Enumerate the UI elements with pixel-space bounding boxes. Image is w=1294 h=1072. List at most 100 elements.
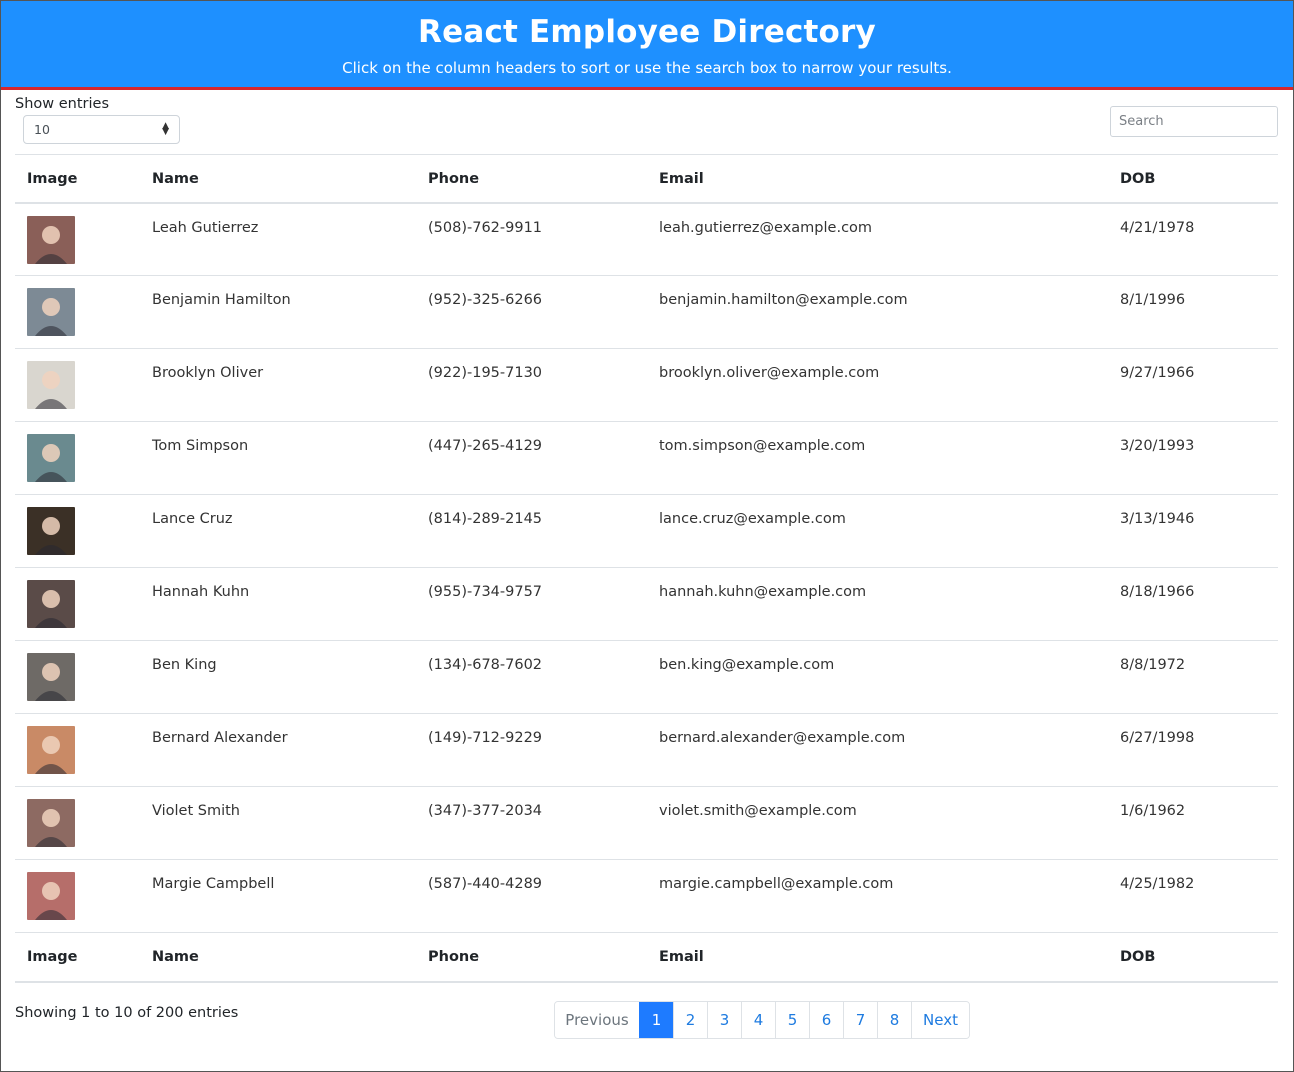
- employee-avatar: [27, 215, 75, 264]
- employee-email: leah.gutierrez@example.com: [659, 219, 873, 236]
- table-footer-row: Image Name Phone Email DOB: [15, 932, 1278, 983]
- employee-name: Violet Smith: [140, 786, 416, 860]
- employee-name: Hannah Kuhn: [140, 567, 416, 641]
- employee-avatar: [27, 872, 75, 920]
- select-caret-icon: ▲ ▼: [162, 121, 169, 137]
- employee-image-cell: [15, 713, 140, 787]
- employee-image-cell: [15, 786, 140, 860]
- employee-email: tom.simpson@example.com: [647, 421, 1108, 495]
- page-button-5[interactable]: 5: [775, 1002, 809, 1038]
- employee-image-cell: [15, 640, 140, 714]
- table-row: Violet Smith (347)-377-2034 violet.smith@e…: [15, 786, 1278, 860]
- employee-avatar: [27, 361, 75, 409]
- page-button-6[interactable]: 6: [809, 1002, 843, 1038]
- employee-dob: 6/27/1998: [1108, 713, 1278, 787]
- page-button-4[interactable]: 4: [741, 1002, 775, 1038]
- employee-dob: 9/27/1966: [1108, 348, 1278, 422]
- table-controls: Show entries 10 ▲ ▼: [1, 90, 1293, 154]
- employee-phone: (922)-195-7130: [416, 348, 647, 422]
- employee-phone: (447)-265-4129: [416, 421, 647, 495]
- previous-page-button[interactable]: Previous: [555, 1002, 639, 1038]
- employee-phone: (508)-762-9911: [428, 219, 543, 236]
- entries-info: Showing 1 to 10 of 200 entries: [15, 1005, 239, 1021]
- footer-header-image[interactable]: Image: [15, 932, 140, 983]
- employee-avatar: [27, 580, 75, 628]
- employee-dob: 4/25/1982: [1108, 859, 1278, 933]
- page-subtitle: Click on the column headers to sort or u…: [342, 59, 952, 77]
- employee-name: Brooklyn Oliver: [140, 348, 416, 422]
- employee-name: Lance Cruz: [140, 494, 416, 568]
- employee-phone: (587)-440-4289: [416, 859, 647, 933]
- table-row: Hannah Kuhn (955)-734-9757 hannah.kuhn@exa…: [15, 567, 1278, 641]
- employee-image-cell: [15, 567, 140, 641]
- page-header: React Employee Directory Click on the co…: [1, 1, 1293, 90]
- employee-dob: 3/20/1993: [1108, 421, 1278, 495]
- employee-dob: 8/1/1996: [1108, 275, 1278, 349]
- employee-email: bernard.alexander@example.com: [647, 713, 1108, 787]
- entries-select[interactable]: 10 ▲ ▼: [23, 115, 180, 144]
- employee-image-cell: [15, 203, 140, 276]
- table-row: Ben King (134)-678-7602 ben.king@example.c…: [15, 640, 1278, 714]
- page-button-8[interactable]: 8: [877, 1002, 911, 1038]
- column-header-name[interactable]: Name: [140, 154, 416, 204]
- employee-avatar: [27, 726, 75, 774]
- employee-image-cell: [15, 859, 140, 933]
- employee-name: Benjamin Hamilton: [140, 275, 416, 349]
- entries-select-value: 10: [34, 122, 50, 137]
- employee-table: Image Name Phone Email DOB Leah Gutierre…: [15, 154, 1278, 983]
- column-header-phone[interactable]: Phone: [416, 154, 647, 204]
- page-button-3[interactable]: 3: [707, 1002, 741, 1038]
- employee-email: hannah.kuhn@example.com: [647, 567, 1108, 641]
- employee-dob: 1/6/1962: [1108, 786, 1278, 860]
- employee-avatar: [27, 799, 75, 847]
- employee-avatar: [27, 434, 75, 482]
- column-header-dob[interactable]: DOB: [1108, 154, 1278, 204]
- column-header-email[interactable]: Email: [647, 154, 1108, 204]
- footer-header-name[interactable]: Name: [140, 932, 416, 983]
- employee-email: violet.smith@example.com: [647, 786, 1108, 860]
- employee-phone: (814)-289-2145: [416, 494, 647, 568]
- table-row: Benjamin Hamilton (952)-325-6266 benjamin.…: [15, 275, 1278, 349]
- next-page-button[interactable]: Next: [911, 1002, 969, 1038]
- employee-phone: (952)-325-6266: [416, 275, 647, 349]
- employee-avatar: [27, 288, 75, 336]
- employee-dob: 8/18/1966: [1108, 567, 1278, 641]
- table-row: Brooklyn Oliver (922)-195-7130 brooklyn.ol…: [15, 348, 1278, 422]
- column-header-image[interactable]: Image: [15, 154, 140, 204]
- employee-image-cell: [15, 421, 140, 495]
- table-row: Margie Campbell (587)-440-4289 margie.camp…: [15, 859, 1278, 933]
- employee-image-cell: [15, 275, 140, 349]
- employee-name: Bernard Alexander: [140, 713, 416, 787]
- employee-name: Margie Campbell: [140, 859, 416, 933]
- employee-dob: 3/13/1946: [1108, 494, 1278, 568]
- employee-phone: (149)-712-9229: [416, 713, 647, 787]
- footer-header-dob[interactable]: DOB: [1108, 932, 1278, 983]
- employee-dob: 4/21/1978: [1120, 219, 1195, 236]
- table-row: Bernard Alexander (149)-712-9229 bernard.a…: [15, 713, 1278, 787]
- footer-header-phone[interactable]: Phone: [416, 932, 647, 983]
- employee-phone: (134)-678-7602: [416, 640, 647, 714]
- page-title: React Employee Directory: [418, 14, 876, 50]
- employee-email: brooklyn.oliver@example.com: [647, 348, 1108, 422]
- employee-email: benjamin.hamilton@example.com: [647, 275, 1108, 349]
- page-button-2[interactable]: 2: [673, 1002, 707, 1038]
- employee-email: ben.king@example.com: [647, 640, 1108, 714]
- employee-name: Leah Gutierrez: [152, 219, 259, 236]
- show-entries-label: Show entries: [15, 96, 109, 112]
- table-row: Lance Cruz (814)-289-2145 lance.cruz@examp…: [15, 494, 1278, 568]
- search-input[interactable]: [1110, 106, 1278, 137]
- table-header-row: Image Name Phone Email DOB: [15, 154, 1278, 204]
- table-body: Leah Gutierrez (508)-762-9911 leah.gutierr…: [15, 203, 1278, 933]
- table-row: Leah Gutierrez (508)-762-9911 leah.gutierr…: [15, 203, 1278, 276]
- employee-phone: (955)-734-9757: [416, 567, 647, 641]
- employee-name: Ben King: [140, 640, 416, 714]
- table-row: Tom Simpson (447)-265-4129 tom.simpson@exa…: [15, 421, 1278, 495]
- employee-email: margie.campbell@example.com: [647, 859, 1108, 933]
- page-button-1[interactable]: 1: [639, 1002, 673, 1038]
- footer-header-email[interactable]: Email: [647, 932, 1108, 983]
- employee-name: Tom Simpson: [140, 421, 416, 495]
- employee-image-cell: [15, 494, 140, 568]
- pagination: Previous 1 2 3 4 5 6 7 8 Next: [554, 1001, 970, 1039]
- employee-avatar: [27, 653, 75, 701]
- page-button-7[interactable]: 7: [843, 1002, 877, 1038]
